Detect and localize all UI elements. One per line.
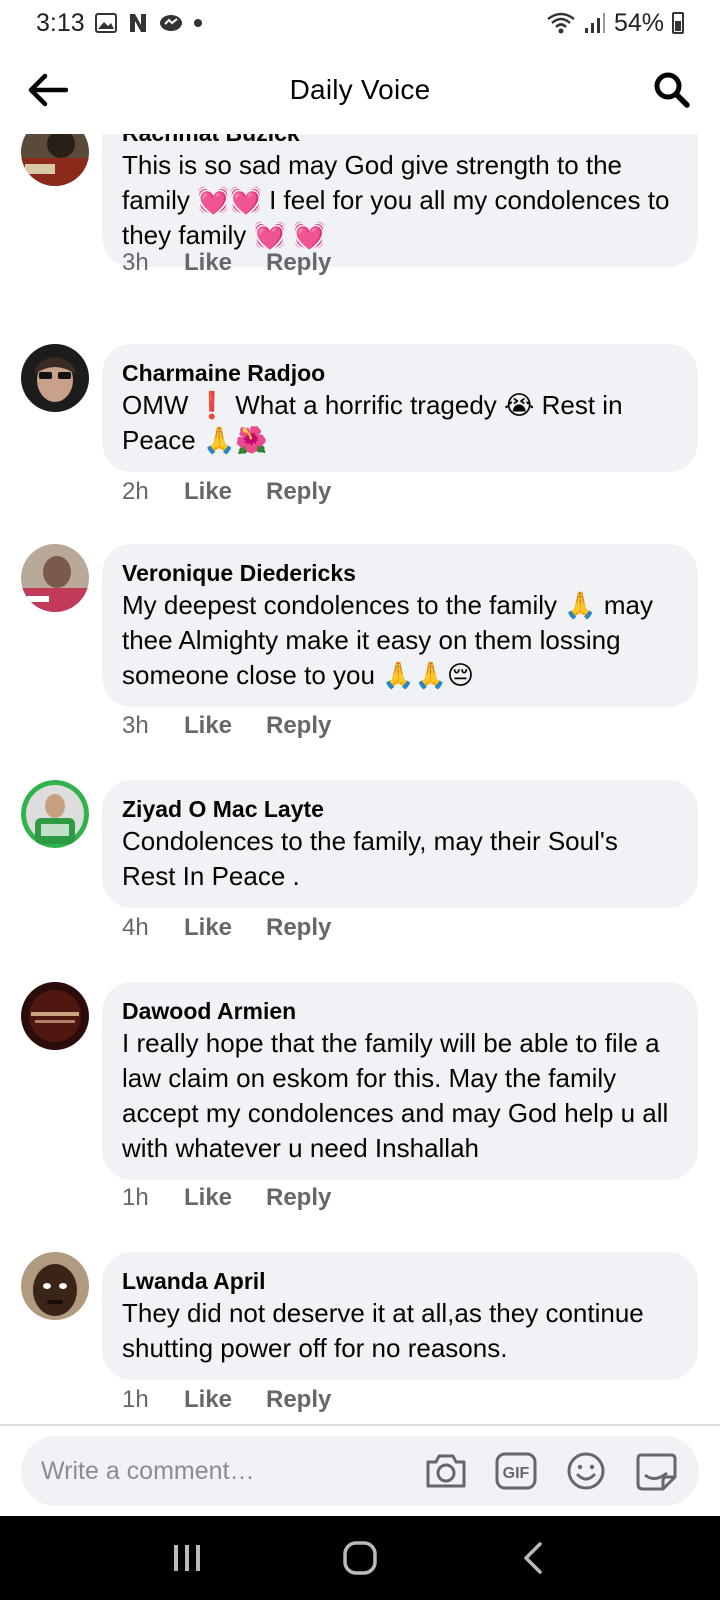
system-navigation-bar xyxy=(0,1516,720,1600)
like-button[interactable]: Like xyxy=(184,712,266,740)
comment-author[interactable]: Dawood Armien xyxy=(122,996,678,1026)
dot-icon xyxy=(193,18,203,28)
like-button[interactable]: Like xyxy=(184,1184,266,1212)
comment-input[interactable]: Write a comment… xyxy=(41,1457,423,1486)
gif-icon: GIF xyxy=(495,1452,537,1490)
search-button[interactable] xyxy=(650,68,694,112)
comment-author[interactable]: Ziyad O Mac Layte xyxy=(122,794,678,824)
battery-icon xyxy=(672,12,684,34)
chevron-left-icon xyxy=(524,1542,543,1574)
netflix-notification-icon xyxy=(127,13,149,33)
comment-time[interactable]: 3h xyxy=(122,249,184,277)
status-bar: 3:13 54% xyxy=(0,0,720,46)
like-button[interactable]: Like xyxy=(184,914,266,942)
comment-author[interactable]: Lwanda April xyxy=(122,1266,678,1296)
recent-apps-icon xyxy=(173,1545,200,1571)
home-icon xyxy=(343,1541,377,1575)
comment-bubble[interactable]: Ziyad O Mac Layte Condolences to the fam… xyxy=(102,780,698,908)
emoji-icon xyxy=(567,1452,605,1490)
comment-text: They did not deserve it at all,as they c… xyxy=(122,1298,644,1363)
reply-button[interactable]: Reply xyxy=(266,478,331,506)
comment-actions: 3h Like Reply xyxy=(122,712,331,740)
back-nav-button[interactable] xyxy=(503,1528,563,1588)
comment-actions: 4h Like Reply xyxy=(122,914,331,942)
like-button[interactable]: Like xyxy=(184,478,266,506)
comment-time[interactable]: 4h xyxy=(122,914,184,942)
page-title: Daily Voice xyxy=(289,74,431,105)
comment-time[interactable]: 1h xyxy=(122,1184,184,1212)
comment-list: Rachmat Buzick This is so sad may God gi… xyxy=(0,134,720,1424)
comment-text: OMW ❗ What a horrific tragedy 😭 Rest in … xyxy=(122,390,623,455)
avatar[interactable] xyxy=(21,1252,89,1320)
gif-button[interactable]: GIF xyxy=(493,1448,539,1494)
reply-button[interactable]: Reply xyxy=(266,249,331,277)
reply-button[interactable]: Reply xyxy=(266,1386,331,1414)
camera-button[interactable] xyxy=(423,1448,469,1494)
search-icon xyxy=(654,72,690,108)
comment-author[interactable]: Veronique Diedericks xyxy=(122,558,678,588)
comment-actions: 3h Like Reply xyxy=(122,249,331,277)
comment-text: My deepest condolences to the family 🙏 m… xyxy=(122,590,653,690)
messenger-notification-icon xyxy=(159,13,183,33)
sticker-button[interactable] xyxy=(633,1448,679,1494)
like-button[interactable]: Like xyxy=(184,1386,266,1414)
camera-icon xyxy=(426,1454,466,1488)
composer-divider xyxy=(0,1424,720,1426)
emoji-button[interactable] xyxy=(563,1448,609,1494)
comment-bubble[interactable]: Rachmat Buzick This is so sad may God gi… xyxy=(102,134,698,267)
like-button[interactable]: Like xyxy=(184,249,266,277)
comment-bubble[interactable]: Dawood Armien I really hope that the fam… xyxy=(102,982,698,1180)
avatar[interactable] xyxy=(21,344,89,412)
comment-author[interactable]: Charmaine Radjoo xyxy=(122,358,678,388)
comment-bubble[interactable]: Lwanda April They did not deserve it at … xyxy=(102,1252,698,1380)
comment-time[interactable]: 3h xyxy=(122,712,184,740)
app-header: Daily Voice xyxy=(0,46,720,134)
gallery-notification-icon xyxy=(94,13,117,33)
sticker-icon xyxy=(636,1453,677,1491)
comment-bubble[interactable]: Veronique Diedericks My deepest condolen… xyxy=(102,544,698,707)
comment-actions: 1h Like Reply xyxy=(122,1386,331,1414)
comment-text: I really hope that the family will be ab… xyxy=(122,1028,669,1163)
comment-time[interactable]: 2h xyxy=(122,478,184,506)
reply-button[interactable]: Reply xyxy=(266,1184,331,1212)
battery-percent: 54% xyxy=(613,8,664,37)
status-time: 3:13 xyxy=(36,8,85,37)
reply-button[interactable]: Reply xyxy=(266,914,331,942)
recent-apps-button[interactable] xyxy=(157,1528,217,1588)
comment-time[interactable]: 1h xyxy=(122,1386,184,1414)
avatar[interactable] xyxy=(21,982,89,1050)
reply-button[interactable]: Reply xyxy=(266,712,331,740)
back-button[interactable] xyxy=(26,68,70,112)
comment-text: Condolences to the family, may their Sou… xyxy=(122,826,618,891)
svg-text:GIF: GIF xyxy=(503,1465,530,1482)
signal-icon xyxy=(584,12,606,34)
comment-composer[interactable]: Write a comment… GIF xyxy=(21,1436,699,1506)
avatar[interactable] xyxy=(21,544,89,612)
wifi-icon xyxy=(546,11,576,35)
comment-author[interactable]: Rachmat Buzick xyxy=(122,134,678,148)
avatar[interactable] xyxy=(21,780,89,848)
home-button[interactable] xyxy=(330,1528,390,1588)
comment-actions: 1h Like Reply xyxy=(122,1184,331,1212)
avatar[interactable] xyxy=(21,134,89,186)
comment-bubble[interactable]: Charmaine Radjoo OMW ❗ What a horrific t… xyxy=(102,344,698,472)
comment-actions: 2h Like Reply xyxy=(122,478,331,506)
arrow-left-icon xyxy=(28,73,68,107)
comment-text: This is so sad may God give strength to … xyxy=(122,150,670,250)
